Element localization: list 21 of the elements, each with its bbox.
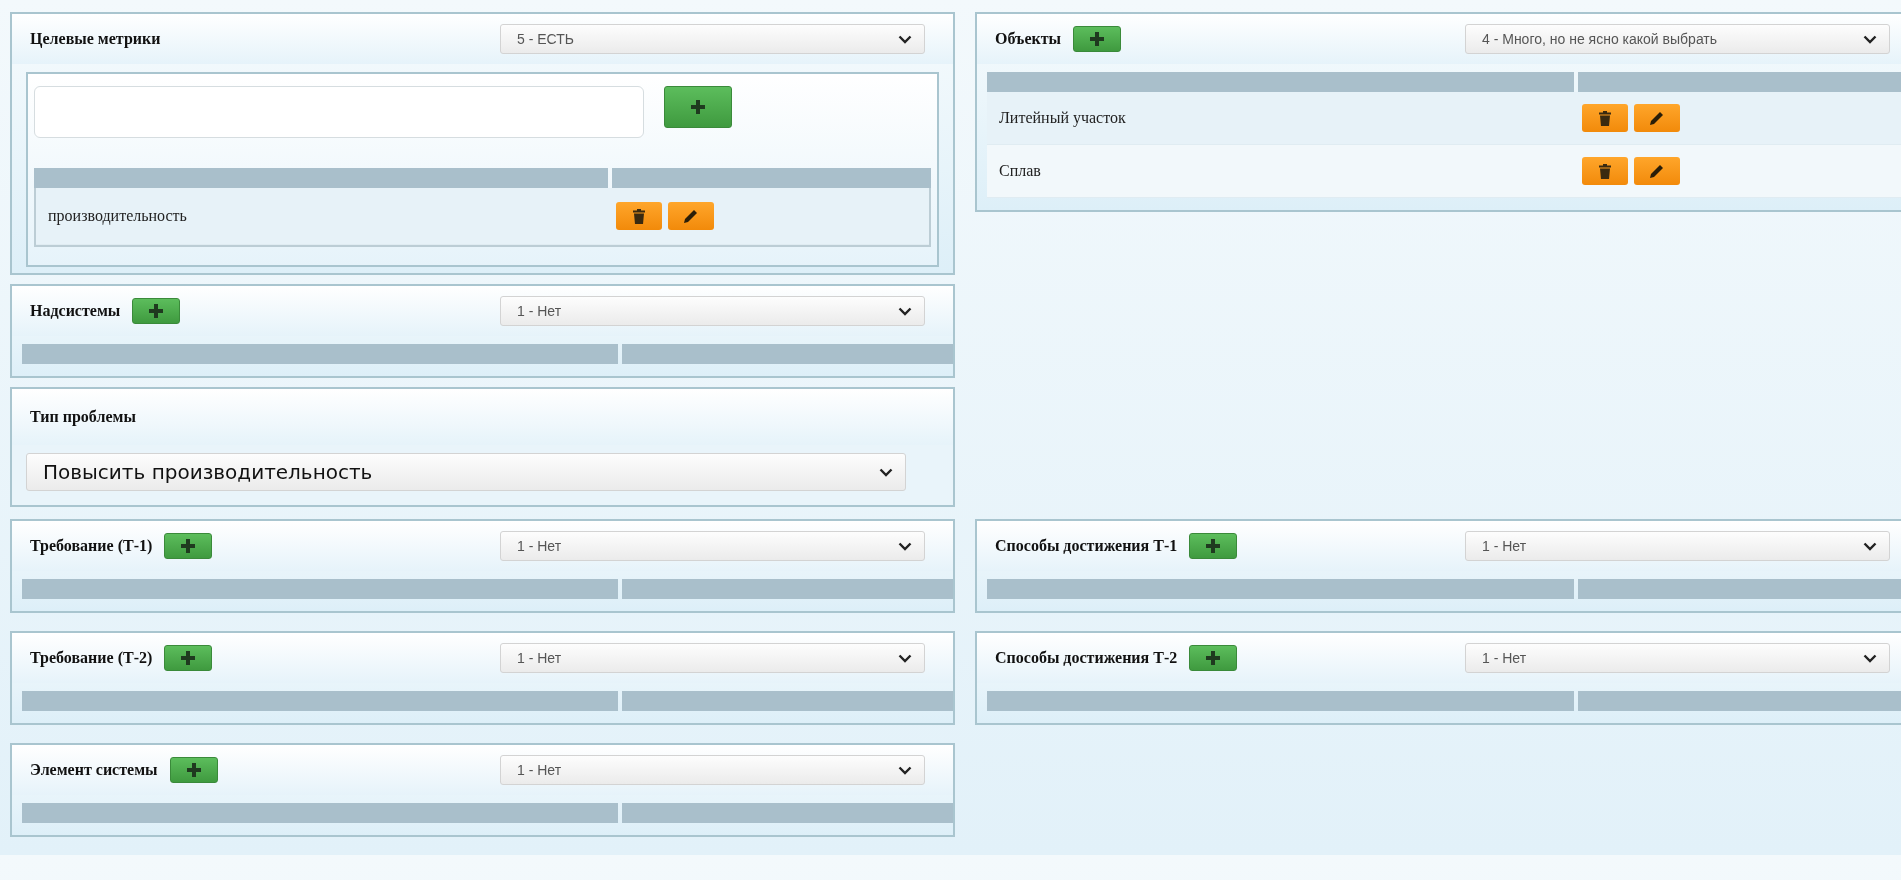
row-label: Сплав <box>998 162 1042 180</box>
dropdown[interactable]: 5 - ЕСТЬ <box>500 24 925 54</box>
panel-title: Объекты <box>995 30 1062 48</box>
panel-title: Тип проблемы <box>30 408 136 426</box>
panel-title: Целевые метрики <box>30 30 161 48</box>
dropdown[interactable]: 1 - Нет <box>500 296 925 326</box>
dropdown[interactable]: 1 - Нет <box>500 755 925 785</box>
panel-title: Способы достижения Т-1 <box>995 537 1178 555</box>
dropdown[interactable]: 1 - Нет <box>500 643 925 673</box>
dropdown[interactable]: 1 - Нет <box>1465 531 1890 561</box>
dropdown[interactable]: 1 - Нет <box>1465 643 1890 673</box>
panel-title: Требование (Т-1) <box>30 537 153 555</box>
panel-title: Надсистемы <box>30 302 121 320</box>
panel-title: Элемент системы <box>30 761 158 779</box>
panel-title: Требование (Т-2) <box>30 649 153 667</box>
row-label: производительность <box>47 207 188 225</box>
panel-title: Способы достижения Т-2 <box>995 649 1178 667</box>
row-label: Литейный участок <box>998 109 1127 127</box>
dropdown[interactable]: 1 - Нет <box>500 531 925 561</box>
dropdown[interactable]: 4 - Много, но не ясно какой выбрать <box>1465 24 1890 54</box>
dropdown[interactable]: Повысить производительность <box>26 453 906 491</box>
